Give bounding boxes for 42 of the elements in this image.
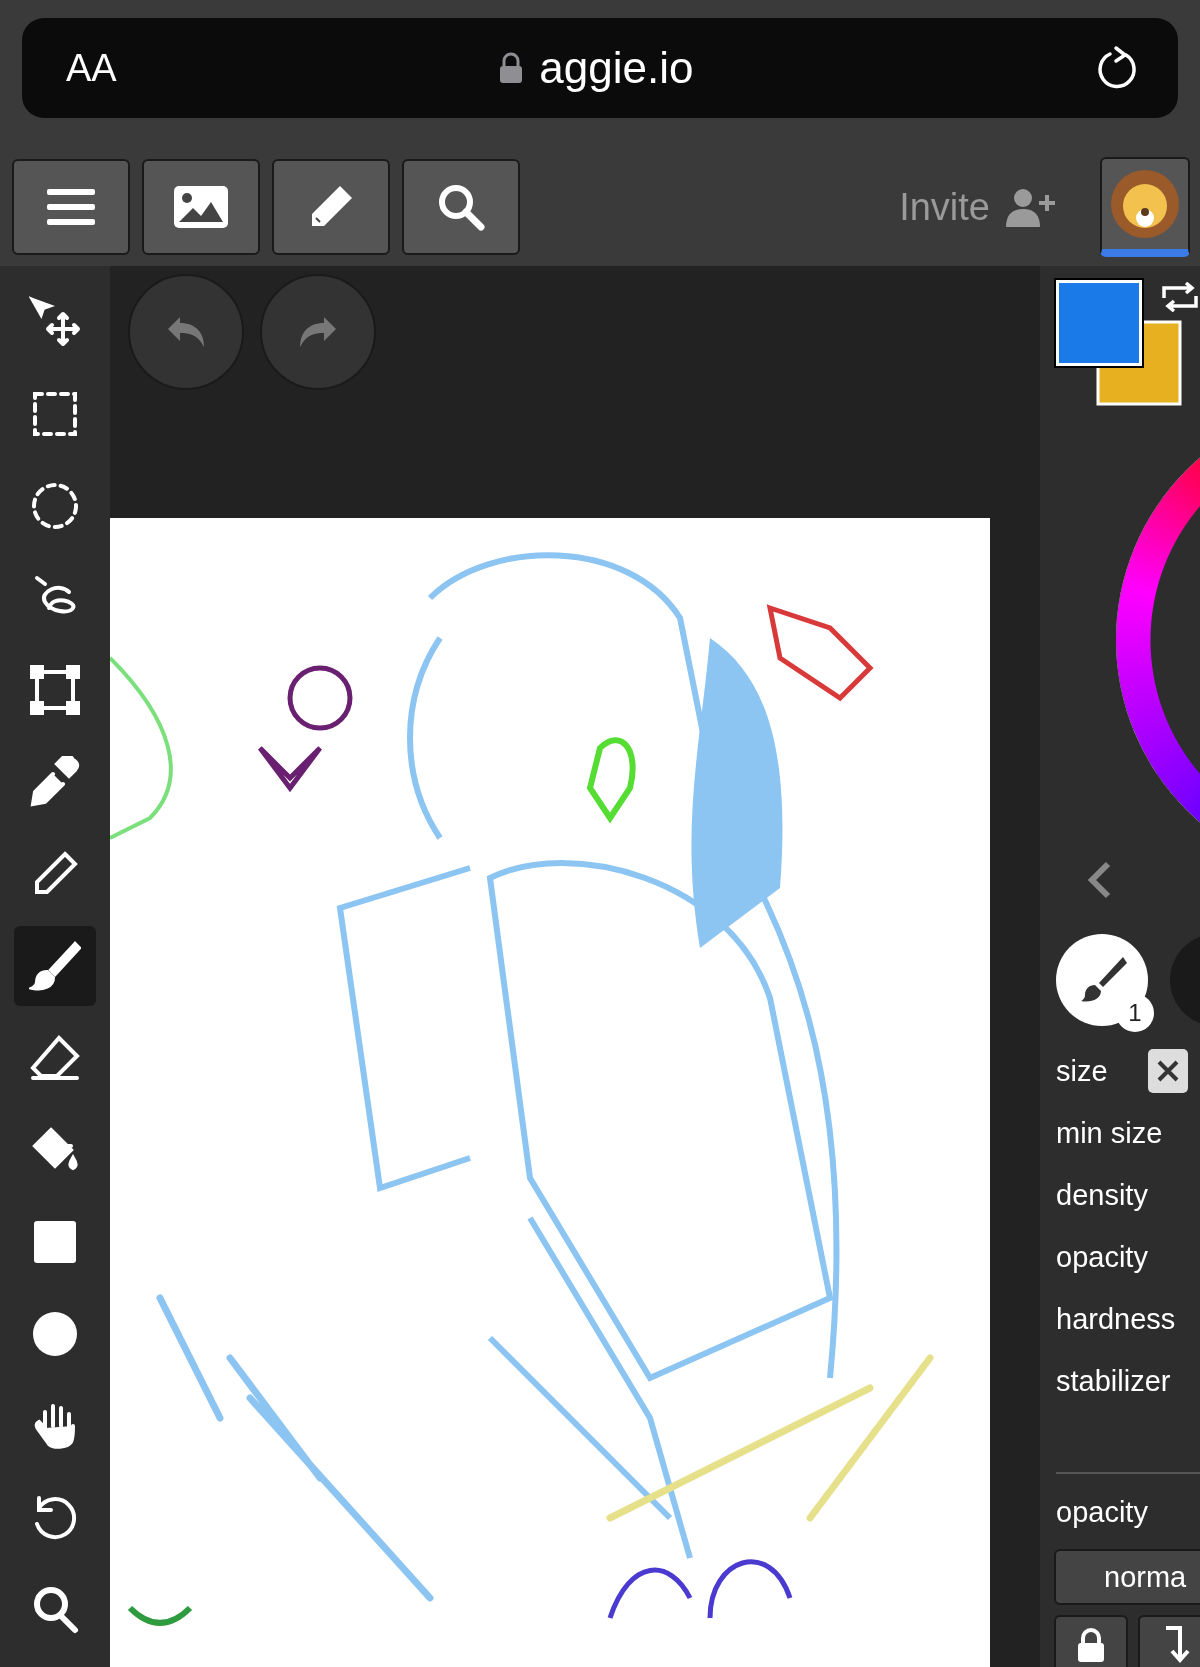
brush-icon (29, 940, 81, 992)
lock-button[interactable] (1054, 1615, 1128, 1667)
move-icon (29, 296, 81, 348)
invite-button[interactable]: Invite (893, 184, 1062, 230)
setting-label: stabilizer (1056, 1364, 1171, 1398)
search-icon (436, 182, 486, 232)
setting-label: opacity (1056, 1240, 1148, 1274)
lion-icon (1109, 168, 1181, 240)
add-user-icon (1006, 187, 1056, 227)
menu-icon (47, 187, 95, 227)
transform-icon (29, 664, 81, 716)
ellipse-select-icon (29, 480, 81, 532)
menu-button[interactable] (12, 159, 130, 255)
secondary-color-swatch[interactable] (1096, 320, 1182, 406)
merge-down-button[interactable] (1138, 1615, 1200, 1667)
setting-label: size (1056, 1054, 1108, 1088)
brush-count-badge: 1 (1116, 994, 1154, 1032)
user-avatar[interactable] (1100, 157, 1190, 257)
setting-label: min size (1056, 1116, 1163, 1150)
primary-color-swatch[interactable] (1056, 280, 1142, 366)
eyedropper-icon (29, 756, 81, 808)
address-bar[interactable]: AA aggie.io (22, 18, 1178, 118)
blend-mode-dropdown[interactable]: norma (1054, 1549, 1200, 1605)
url-text: aggie.io (539, 43, 694, 93)
setting-label: density (1056, 1178, 1148, 1212)
text-size-button[interactable]: AA (66, 46, 117, 90)
search-button[interactable] (402, 159, 520, 255)
redo-icon (298, 315, 338, 349)
undo-icon (166, 315, 206, 349)
brush-tool[interactable] (14, 926, 96, 1006)
chevron-left-icon[interactable] (1086, 860, 1112, 900)
lock-icon (499, 52, 524, 84)
reload-icon[interactable] (1096, 45, 1138, 91)
setting-label: hardness (1056, 1302, 1176, 1336)
layer-opacity-label: opacity (1056, 1496, 1149, 1529)
image-button[interactable] (142, 159, 260, 255)
swap-colors-icon[interactable] (1160, 282, 1200, 312)
pencil-button[interactable] (272, 159, 390, 255)
image-icon (174, 186, 228, 228)
close-button[interactable] (1147, 1049, 1188, 1093)
close-icon (1155, 1059, 1180, 1083)
lock-icon (1076, 1628, 1106, 1662)
